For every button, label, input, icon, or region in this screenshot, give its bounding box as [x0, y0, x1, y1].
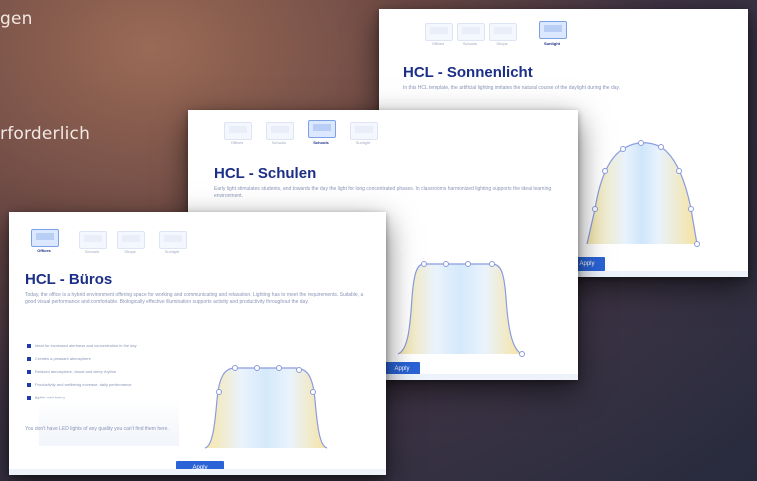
tab-label-active: Schools: [313, 140, 329, 145]
page-title: HCL - Schulen: [214, 165, 317, 182]
page-subtitle: In this HCL template, the artificial lig…: [403, 85, 621, 91]
background-text-2: rforderlich: [0, 124, 91, 144]
page-subtitle: Today, the office is a hybrid environmen…: [25, 292, 364, 305]
tab-schools[interactable]: [457, 23, 485, 41]
tab-label: Schools: [84, 249, 100, 254]
bullet-text: Relaxed atmosphere, visual and sleep rhy…: [35, 369, 117, 374]
bullet-text: Productivity and wellbeing increase, dai…: [35, 382, 132, 387]
feature-bullet: Relaxed atmosphere, visual and sleep rhy…: [27, 369, 116, 374]
tab-label: Shops: [496, 41, 508, 46]
bullet-text: Creates a pleasant atmosphere: [35, 356, 91, 361]
tab-sunlight[interactable]: [159, 231, 187, 249]
feature-bullet: Productivity and wellbeing increase, dai…: [27, 382, 132, 387]
tab-shops[interactable]: [489, 23, 517, 41]
feature-bullet: Creates a pleasant atmosphere: [27, 356, 91, 361]
tab-schools[interactable]: [79, 231, 107, 249]
tab-label: Offices: [230, 140, 244, 145]
card-bueros: Offices Schools Shops Sunlight HCL - Bür…: [9, 212, 386, 475]
tab-label-active: Offices: [37, 248, 51, 253]
tab-label: Schools: [271, 140, 287, 145]
footer-note: You don't have LED lights of any quality…: [25, 426, 169, 432]
card-footer-band: [9, 469, 386, 475]
page-subtitle: Early light stimulates students, and tow…: [214, 186, 552, 199]
tab-label: Shops: [124, 249, 136, 254]
tab-sunlight[interactable]: [350, 122, 378, 140]
tab-label: Sunlight: [164, 249, 180, 254]
tab-sunlight[interactable]: [539, 21, 567, 39]
tab-label: Offices: [431, 41, 445, 46]
tab-offices[interactable]: [224, 122, 252, 140]
tab-schools[interactable]: [266, 122, 294, 140]
school-curve-chart: [397, 261, 525, 357]
bullet-dot-icon: [27, 343, 31, 348]
bullet-dot-icon: [27, 382, 31, 387]
office-curve-chart: [204, 365, 328, 449]
tab-label: Schools: [462, 41, 478, 46]
bullet-dot-icon: [27, 395, 31, 400]
bullet-dot-icon: [27, 356, 31, 361]
background-text-1: gen: [0, 9, 33, 29]
page-title: HCL - Sonnenlicht: [403, 64, 533, 81]
tab-offices[interactable]: [425, 23, 453, 41]
page-title: HCL - Büros: [25, 271, 113, 288]
tab-schools-active[interactable]: [308, 120, 336, 138]
tab-label: Sunlight: [355, 140, 371, 145]
tab-offices-active[interactable]: [31, 229, 59, 247]
feature-bullet: Ideal for increased alertness and concen…: [27, 343, 137, 348]
bullet-dot-icon: [27, 369, 31, 374]
office-illustration: [39, 398, 179, 446]
daylight-curve-chart: [586, 140, 700, 247]
bullet-text: Ideal for increased alertness and concen…: [35, 343, 137, 348]
tab-label-active: Sunlight: [544, 41, 560, 46]
tab-shops[interactable]: [117, 231, 145, 249]
